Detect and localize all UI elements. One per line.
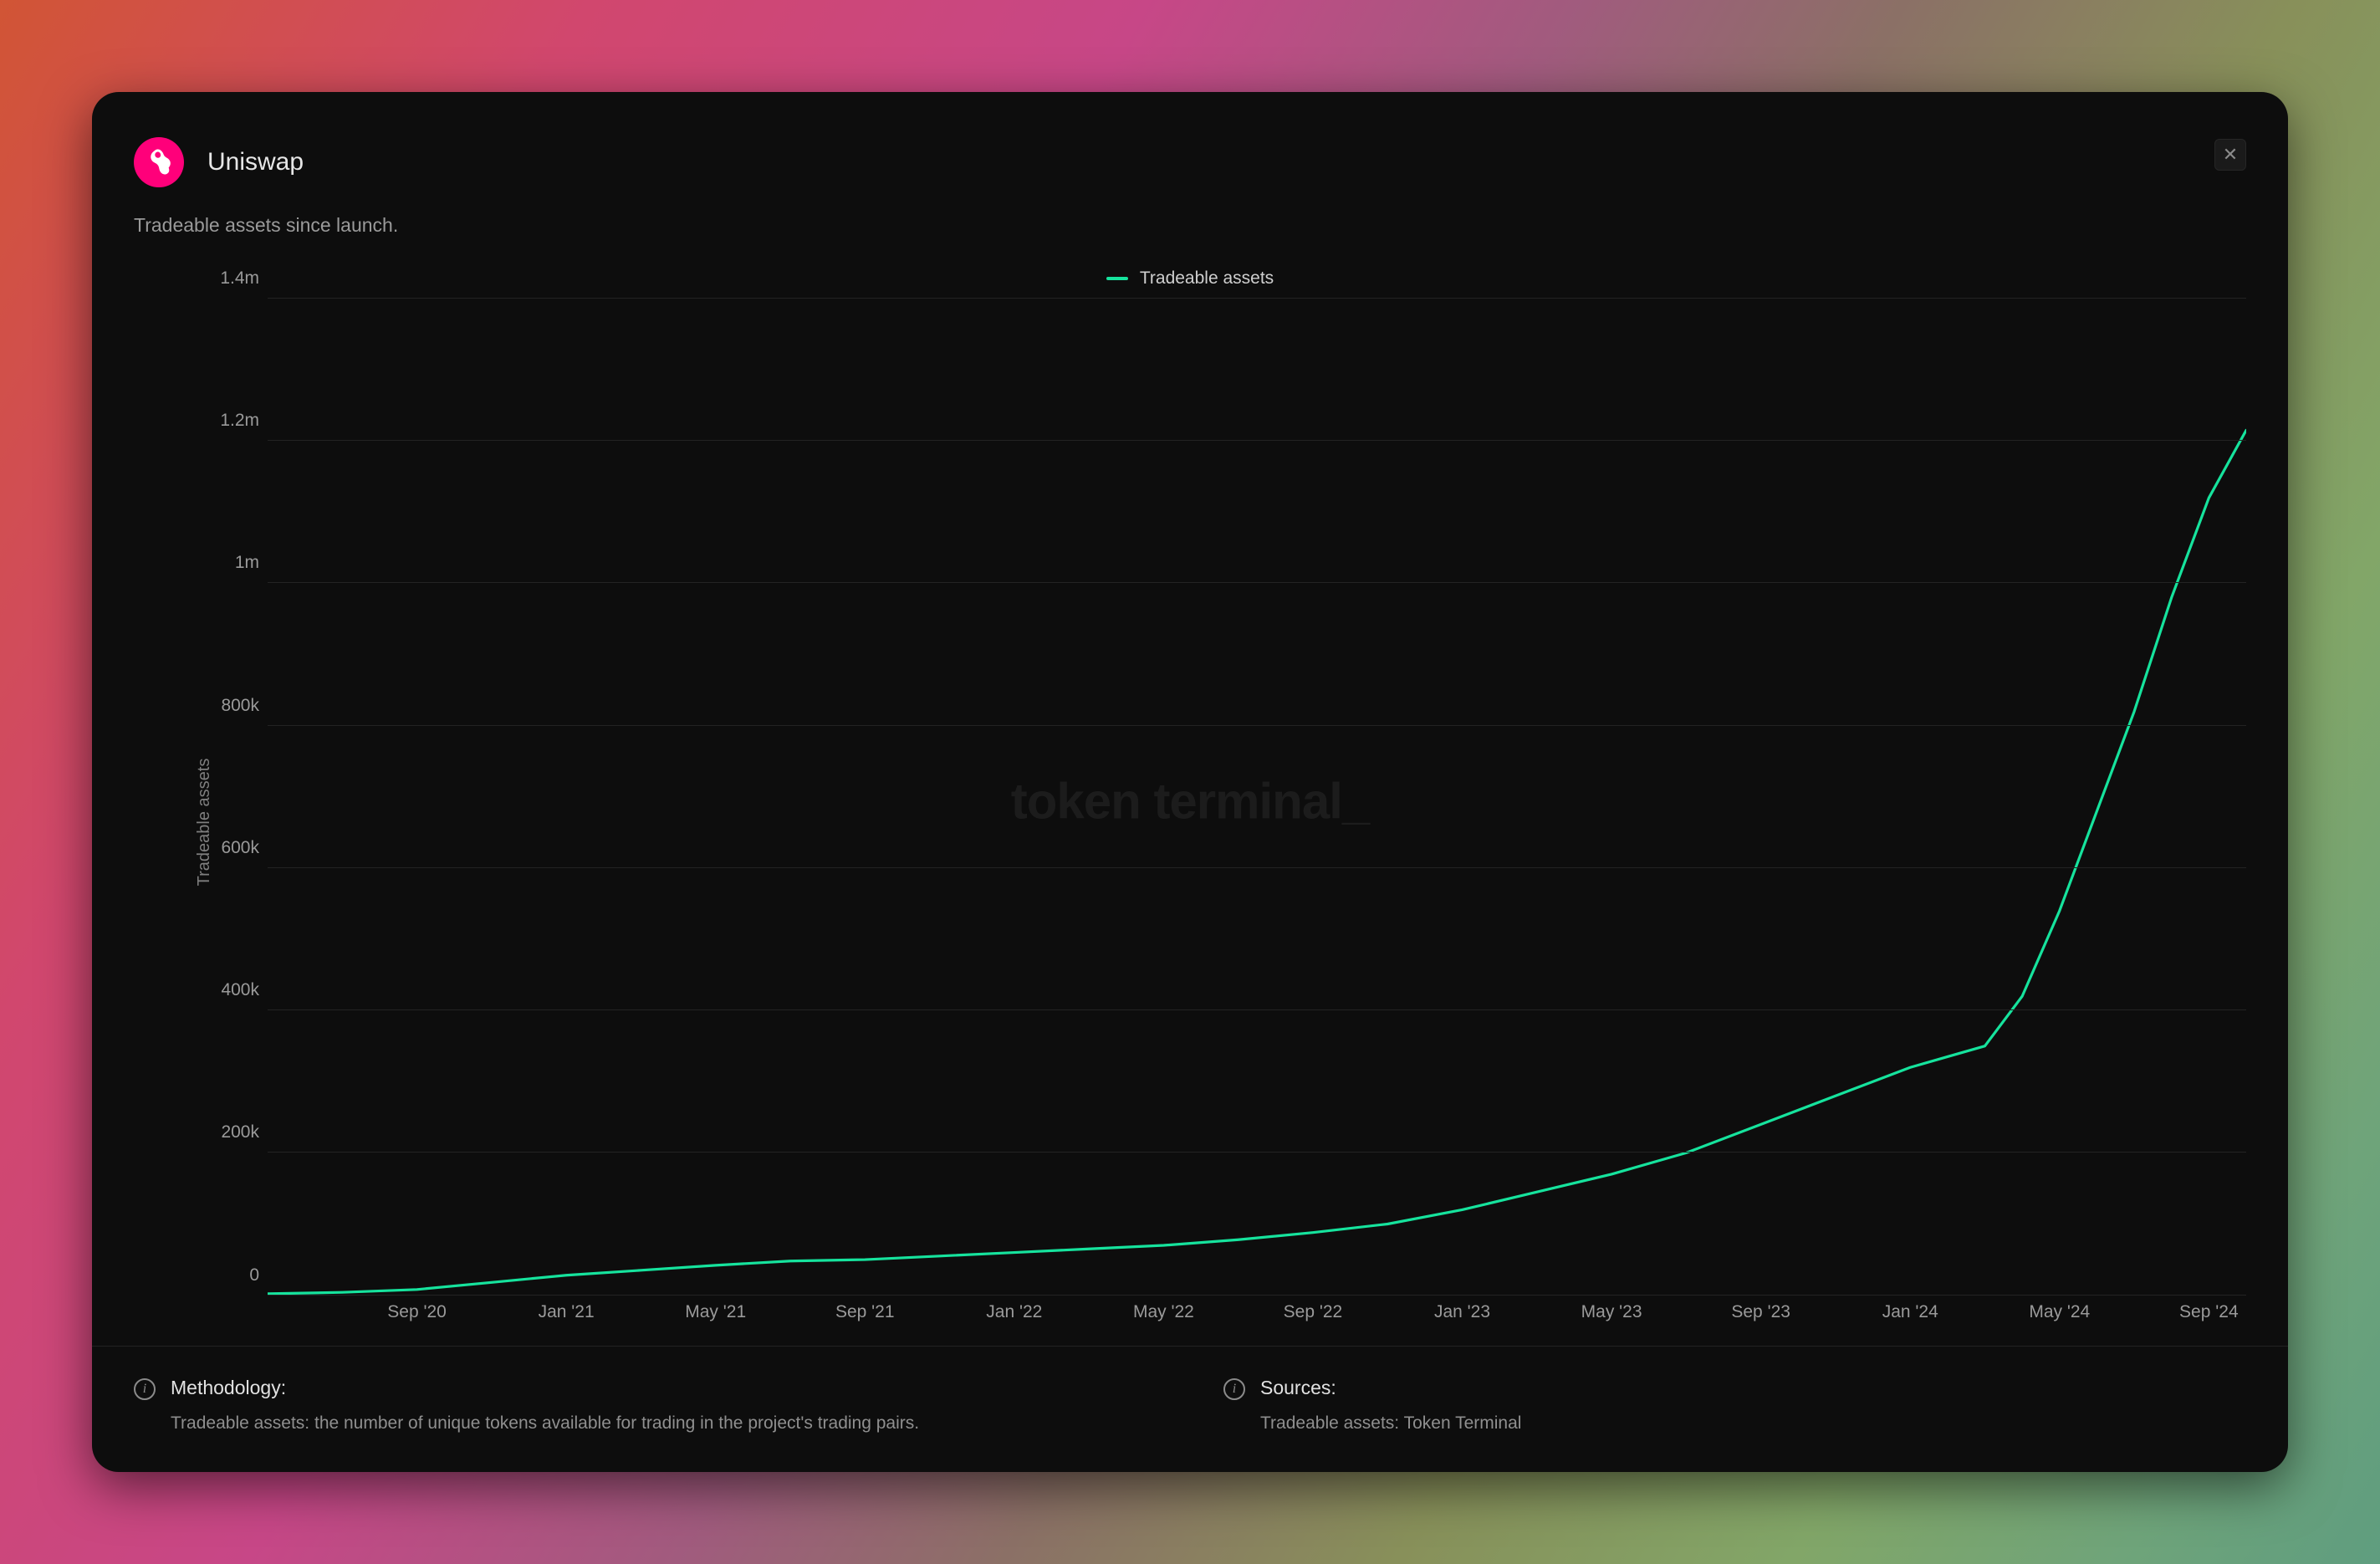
x-tick-label: Sep '23 <box>1731 1302 1790 1322</box>
grid-line <box>268 725 2246 726</box>
info-icon: i <box>1223 1378 1245 1400</box>
grid-line <box>268 582 2246 583</box>
methodology-section: i Methodology: Tradeable assets: the num… <box>134 1377 1157 1435</box>
grid-line <box>268 1152 2246 1153</box>
methodology-body: Tradeable assets: the number of unique t… <box>171 1411 919 1435</box>
info-icon: i <box>134 1378 156 1400</box>
card-subtitle: Tradeable assets since launch. <box>134 214 2246 237</box>
close-icon: ✕ <box>2223 144 2238 166</box>
grid-line <box>268 1009 2246 1010</box>
y-tick-label: 200k <box>199 1122 259 1142</box>
chart-area: Tradeable assets token terminal_ Sep '20… <box>134 299 2246 1346</box>
plot: Sep '20Jan '21May '21Sep '21Jan '22May '… <box>201 299 2246 1296</box>
sources-title: Sources: <box>1260 1377 1521 1399</box>
x-tick-label: Sep '24 <box>2179 1302 2239 1322</box>
card-header: Uniswap ✕ <box>134 137 2246 187</box>
chart-card: Uniswap ✕ Tradeable assets since launch.… <box>92 92 2288 1472</box>
grid-line <box>268 867 2246 868</box>
x-tick-label: Sep '22 <box>1284 1302 1343 1322</box>
x-tick-label: Sep '21 <box>835 1302 895 1322</box>
grid-line <box>268 440 2246 441</box>
y-tick-label: 1.2m <box>199 411 259 431</box>
x-tick-label: May '24 <box>2029 1302 2090 1322</box>
card-footer: i Methodology: Tradeable assets: the num… <box>92 1346 2288 1472</box>
project-title: Uniswap <box>207 148 304 176</box>
legend-swatch <box>1106 277 1128 280</box>
chart-legend: Tradeable assets <box>134 268 2246 289</box>
x-tick-label: Jan '21 <box>539 1302 595 1322</box>
sources-body: Tradeable assets: Token Terminal <box>1260 1411 1521 1435</box>
x-tick-label: Jan '22 <box>986 1302 1042 1322</box>
x-axis-ticks: Sep '20 Jan '21 May '21 Sep '21 Jan '22 May '… <box>268 1302 2246 1327</box>
uniswap-icon <box>142 146 176 179</box>
y-tick-label: 1.4m <box>199 268 259 289</box>
x-tick-label: May '21 <box>685 1302 746 1322</box>
methodology-title: Methodology: <box>171 1377 919 1399</box>
series-line <box>268 430 2246 1293</box>
line-chart-svg <box>268 299 2246 1296</box>
x-tick-label: Sep '20 <box>387 1302 447 1322</box>
legend-label: Tradeable assets <box>1140 268 1274 289</box>
close-button[interactable]: ✕ <box>2214 139 2246 171</box>
grid-line <box>268 298 2246 299</box>
y-tick-label: 600k <box>199 838 259 858</box>
project-logo <box>134 137 184 187</box>
y-tick-label: 0 <box>199 1265 259 1285</box>
grid-line <box>268 1295 2246 1296</box>
x-tick-label: Jan '24 <box>1882 1302 1938 1322</box>
y-tick-label: 1m <box>199 553 259 573</box>
y-tick-label: 800k <box>199 696 259 716</box>
y-tick-label: 400k <box>199 980 259 1000</box>
x-tick-label: Jan '23 <box>1434 1302 1490 1322</box>
x-tick-label: May '22 <box>1133 1302 1194 1322</box>
x-tick-label: May '23 <box>1581 1302 1642 1322</box>
sources-section: i Sources: Tradeable assets: Token Termi… <box>1223 1377 2246 1435</box>
